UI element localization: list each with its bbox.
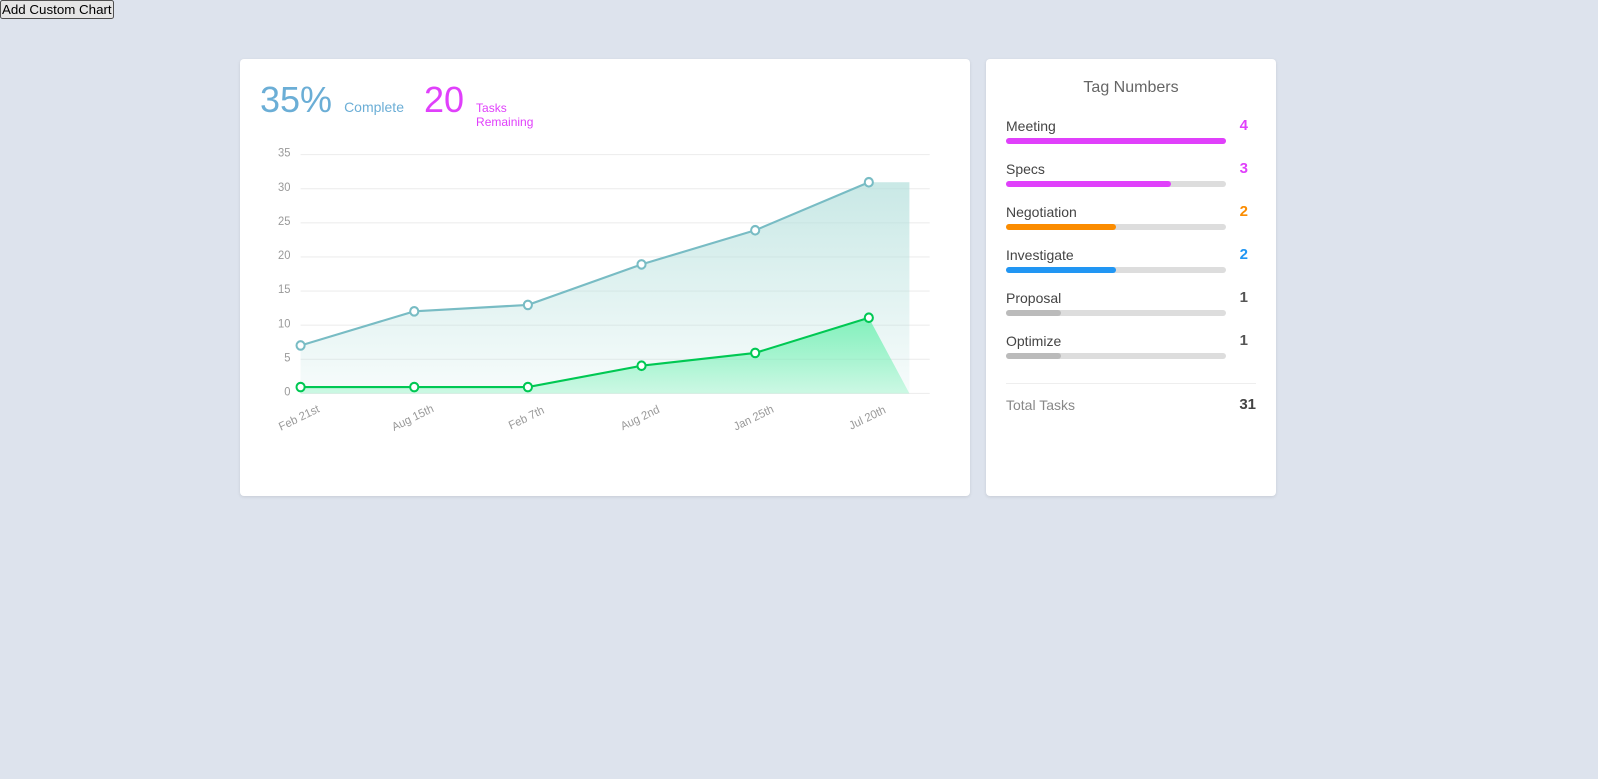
tag-list-item: Meeting 4 [1006, 117, 1248, 144]
tag-count: 3 [1240, 160, 1248, 177]
tag-bar-fill [1006, 224, 1116, 230]
tag-bar-bg [1006, 353, 1226, 359]
chart-tasks-label: Tasks Remaining [476, 101, 533, 130]
tag-total-count: 31 [1239, 396, 1256, 413]
svg-text:35: 35 [278, 147, 290, 159]
tag-count: 1 [1240, 332, 1248, 349]
svg-text:20: 20 [278, 250, 290, 262]
tag-name: Proposal [1006, 290, 1061, 306]
dashboard: 35% Complete 20 Tasks Remaining [0, 19, 1598, 512]
tag-bar-fill [1006, 138, 1226, 144]
line-chart-svg: 35 30 25 20 15 10 5 0 [260, 146, 950, 466]
chart-percent: 35% [260, 79, 332, 121]
svg-text:Feb 7th: Feb 7th [507, 404, 546, 432]
svg-text:30: 30 [278, 181, 290, 193]
tag-numbers-title: Tag Numbers [1006, 79, 1256, 97]
tag-bar-bg [1006, 310, 1226, 316]
tag-total-label: Total Tasks [1006, 397, 1075, 413]
chart-header: 35% Complete 20 Tasks Remaining [260, 79, 950, 130]
tag-list-item: Optimize 1 [1006, 332, 1248, 359]
add-custom-chart-button[interactable]: Add Custom Chart [0, 0, 114, 19]
svg-text:Jan 25th: Jan 25th [732, 403, 776, 433]
tag-list-item: Specs 3 [1006, 160, 1248, 187]
tag-total: Total Tasks 31 [1006, 383, 1256, 413]
tag-count: 2 [1240, 246, 1248, 263]
tag-list[interactable]: Meeting 4 Specs 3 Negotiation 2 [1006, 117, 1256, 375]
tag-bar-fill [1006, 353, 1061, 359]
tag-list-item: Proposal 1 [1006, 289, 1248, 316]
tag-bar-fill [1006, 310, 1061, 316]
line-chart-card: 35% Complete 20 Tasks Remaining [240, 59, 970, 496]
tag-count: 2 [1240, 203, 1248, 220]
tag-name: Optimize [1006, 333, 1061, 349]
tag-bar-bg [1006, 224, 1226, 230]
tag-bar-bg [1006, 181, 1226, 187]
chart-area: 35 30 25 20 15 10 5 0 [260, 146, 950, 466]
svg-text:10: 10 [278, 318, 290, 330]
tag-count: 1 [1240, 289, 1248, 306]
svg-text:0: 0 [284, 386, 290, 398]
tag-bar-bg [1006, 267, 1226, 273]
tag-numbers-card: Tag Numbers Meeting 4 Specs 3 Negotiatio… [986, 59, 1276, 496]
svg-text:5: 5 [284, 352, 290, 364]
tag-list-item: Investigate 2 [1006, 246, 1248, 273]
chart-tasks-count: 20 [424, 79, 464, 121]
svg-text:25: 25 [278, 215, 290, 227]
svg-text:Aug 15th: Aug 15th [390, 403, 435, 434]
svg-text:Feb 21st: Feb 21st [277, 403, 322, 434]
tag-name: Meeting [1006, 118, 1056, 134]
svg-text:15: 15 [278, 284, 290, 296]
chart-complete-label: Complete [344, 99, 404, 115]
svg-text:Aug 2nd: Aug 2nd [619, 403, 662, 433]
svg-text:Jul 20th: Jul 20th [847, 404, 887, 432]
tag-bar-bg [1006, 138, 1226, 144]
tag-list-item: Negotiation 2 [1006, 203, 1248, 230]
tag-name: Negotiation [1006, 204, 1077, 220]
tag-name: Specs [1006, 161, 1045, 177]
tag-name: Investigate [1006, 247, 1074, 263]
tag-bar-fill [1006, 267, 1116, 273]
tag-count: 4 [1240, 117, 1248, 134]
tag-bar-fill [1006, 181, 1171, 187]
